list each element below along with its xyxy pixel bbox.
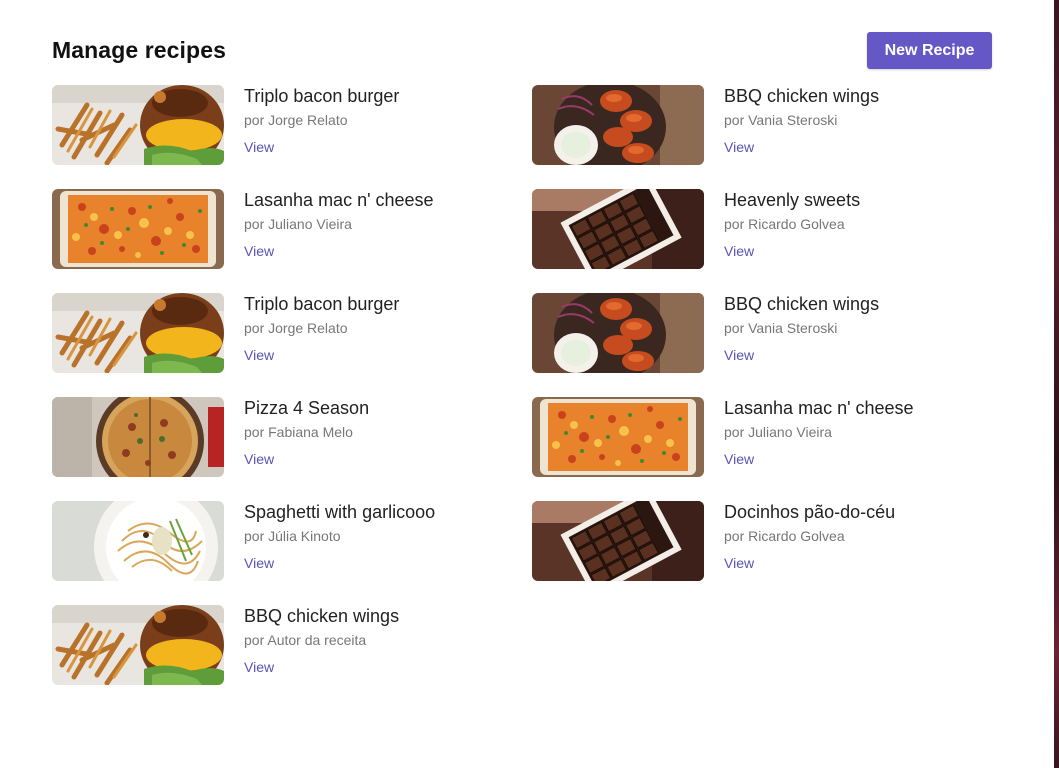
recipe-author: por Vania Steroski xyxy=(724,320,838,336)
recipe-title: Pizza 4 Season xyxy=(244,398,370,418)
recipe-author: por Ricardo Golvea xyxy=(724,216,845,232)
recipe-author: por Vania Steroski xyxy=(724,112,838,128)
recipe-card: Triplo bacon burger por Jorge Relato View xyxy=(52,85,472,165)
recipe-card: Triplo bacon burger por Jorge Relato View xyxy=(52,293,472,373)
recipe-author: por Fabiana Melo xyxy=(244,424,353,440)
recipe-author: por Juliano Vieira xyxy=(244,216,352,232)
recipe-title: BBQ chicken wings xyxy=(724,294,880,314)
recipe-title: Lasanha mac n' cheese xyxy=(244,190,434,210)
recipe-image[interactable] xyxy=(532,293,704,373)
recipe-image[interactable] xyxy=(52,605,224,685)
recipe-title: BBQ chicken wings xyxy=(244,606,400,626)
recipe-title: Triplo bacon burger xyxy=(244,294,400,314)
recipe-author: por Jorge Relato xyxy=(244,112,348,128)
recipe-author: por Autor da receita xyxy=(244,632,367,648)
view-recipe-link[interactable]: View xyxy=(244,555,274,571)
recipe-image[interactable] xyxy=(532,189,704,269)
recipe-title: Docinhos pão-do-céu xyxy=(724,502,896,522)
recipe-title: BBQ chicken wings xyxy=(724,86,880,106)
recipe-card: BBQ chicken wings por Vania Steroski View xyxy=(532,293,952,373)
recipe-image[interactable] xyxy=(52,293,224,373)
recipe-card: Pizza 4 Season por Fabiana Melo View xyxy=(52,397,472,477)
recipe-image[interactable] xyxy=(52,397,224,477)
page-title: Manage recipes xyxy=(52,37,226,63)
recipe-card: Lasanha mac n' cheese por Juliano Vieira V… xyxy=(52,189,472,269)
recipe-card: BBQ chicken wings por Autor da receita Vie… xyxy=(52,605,472,685)
recipe-image[interactable] xyxy=(532,85,704,165)
recipe-card: Docinhos pão-do-céu por Ricardo Golvea Vie… xyxy=(532,501,952,581)
view-recipe-link[interactable]: View xyxy=(724,139,754,155)
recipe-author: por Ricardo Golvea xyxy=(724,528,845,544)
recipe-title: Triplo bacon burger xyxy=(244,86,400,106)
view-recipe-link[interactable]: View xyxy=(244,659,274,675)
recipe-card: Lasanha mac n' cheese por Juliano Vieira V… xyxy=(532,397,952,477)
recipe-image[interactable] xyxy=(52,85,224,165)
view-recipe-link[interactable]: View xyxy=(724,555,754,571)
new-recipe-button[interactable]: New Recipe xyxy=(867,32,992,69)
view-recipe-link[interactable]: View xyxy=(244,347,274,363)
recipe-author: por Júlia Kinoto xyxy=(244,528,341,544)
view-recipe-link[interactable]: View xyxy=(724,347,754,363)
view-recipe-link[interactable]: View xyxy=(724,451,754,467)
window-edge xyxy=(1054,0,1059,768)
recipe-image[interactable] xyxy=(52,189,224,269)
recipe-title: Spaghetti with garlicooo xyxy=(244,502,436,522)
recipe-title: Lasanha mac n' cheese xyxy=(724,398,914,418)
view-recipe-link[interactable]: View xyxy=(244,451,274,467)
view-recipe-link[interactable]: View xyxy=(244,139,274,155)
recipe-image[interactable] xyxy=(532,501,704,581)
recipe-card: Spaghetti with garlicooo por Júlia Kinoto… xyxy=(52,501,472,581)
view-recipe-link[interactable]: View xyxy=(244,243,274,259)
view-recipe-link[interactable]: View xyxy=(724,243,754,259)
page-header: Manage recipes New Recipe xyxy=(52,32,992,69)
recipe-card: Heavenly sweets por Ricardo Golvea View xyxy=(532,189,952,269)
recipe-title: Heavenly sweets xyxy=(724,190,861,210)
recipe-image[interactable] xyxy=(532,397,704,477)
recipe-author: por Jorge Relato xyxy=(244,320,348,336)
recipe-author: por Juliano Vieira xyxy=(724,424,832,440)
recipe-card: BBQ chicken wings por Vania Steroski View xyxy=(532,85,952,165)
recipe-image[interactable] xyxy=(52,501,224,581)
